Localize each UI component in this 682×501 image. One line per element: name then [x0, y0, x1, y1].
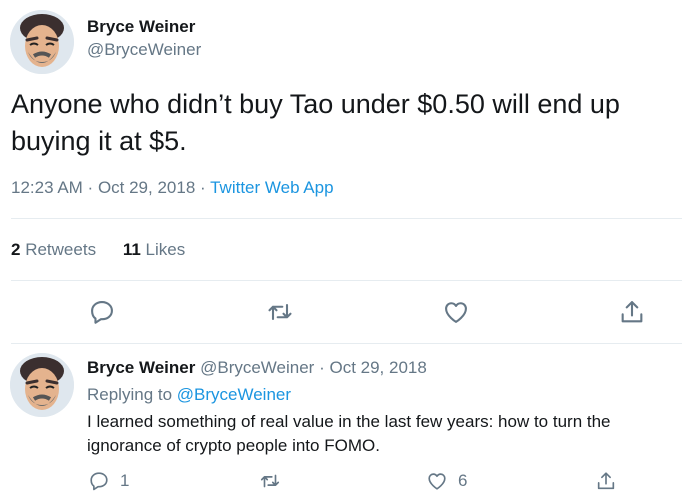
like-icon: [428, 473, 446, 490]
tweet-stats: 2 Retweets 11 Likes: [11, 240, 207, 260]
like-button[interactable]: [442, 298, 470, 326]
divider: [11, 343, 682, 344]
meta-separator: ·: [195, 178, 211, 197]
retweets-stat[interactable]: 2 Retweets: [11, 240, 96, 259]
tweet-time[interactable]: 12:23 AM: [11, 178, 83, 197]
divider: [11, 218, 682, 219]
replying-to: Replying to @BryceWeiner: [87, 385, 291, 405]
author-handle[interactable]: @BryceWeiner: [87, 40, 201, 60]
retweet-button[interactable]: [266, 298, 294, 326]
like-icon: [445, 302, 467, 323]
reply-reply-button[interactable]: 1: [88, 470, 129, 492]
author-avatar[interactable]: [10, 10, 74, 74]
reply-icon: [91, 301, 113, 324]
retweet-icon: [260, 474, 280, 488]
reply-separator: ·: [314, 358, 330, 377]
tweet-text: Anyone who didn’t buy Tao under $0.50 wi…: [11, 89, 620, 156]
share-button[interactable]: [618, 298, 646, 326]
reply-author-avatar[interactable]: [10, 353, 74, 417]
author-name[interactable]: Bryce Weiner: [87, 17, 195, 37]
share-icon: [597, 472, 615, 490]
likes-label: Likes: [145, 240, 186, 259]
reply-share-button[interactable]: [595, 470, 617, 492]
share-icon: [621, 301, 643, 323]
replying-to-label: Replying to: [87, 385, 177, 404]
reply-count: 1: [120, 471, 130, 490]
reply-author-handle[interactable]: @BryceWeiner: [200, 358, 314, 377]
reply-button[interactable]: [88, 298, 116, 326]
reply-header: Bryce Weiner @BryceWeiner · Oct 29, 2018: [87, 358, 427, 378]
reply-text: I learned something of real value in the…: [87, 412, 611, 455]
reply-retweet-button[interactable]: [259, 470, 281, 492]
divider: [11, 280, 682, 281]
reply-icon: [90, 472, 108, 491]
tweet-source[interactable]: Twitter Web App: [210, 178, 333, 197]
tweet-meta: 12:23 AM · Oct 29, 2018 · Twitter Web Ap…: [11, 178, 334, 198]
tweet-date[interactable]: Oct 29, 2018: [98, 178, 195, 197]
likes-count: 11: [122, 240, 141, 259]
likes-stat[interactable]: 11 Likes: [123, 240, 185, 259]
meta-separator: ·: [82, 178, 98, 197]
retweet-icon: [268, 303, 292, 321]
reply-like-button[interactable]: 6: [426, 470, 467, 492]
reply-author-name[interactable]: Bryce Weiner: [87, 358, 195, 377]
replying-to-handle[interactable]: @BryceWeiner: [177, 385, 291, 404]
reply-date[interactable]: Oct 29, 2018: [329, 358, 426, 377]
retweets-label: Retweets: [25, 240, 97, 259]
like-count: 6: [458, 471, 468, 490]
retweets-count: 2: [11, 240, 21, 259]
